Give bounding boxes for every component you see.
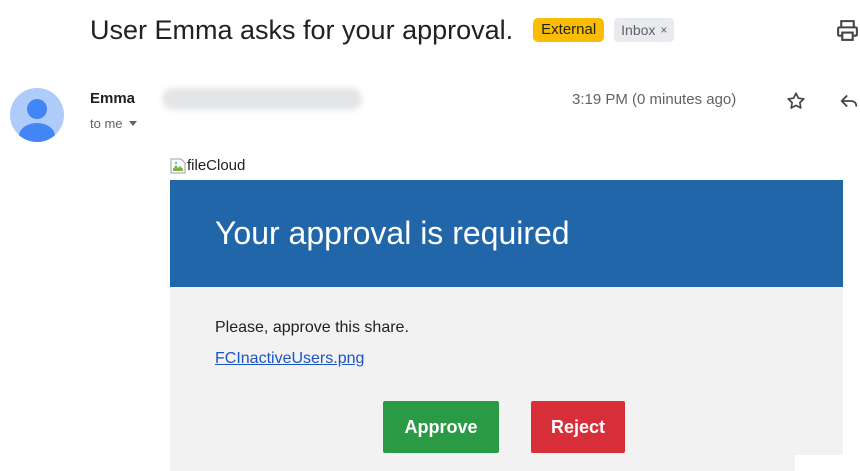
sender-email-redacted — [162, 88, 362, 110]
email-timestamp: 3:19 PM (0 minutes ago) — [572, 91, 737, 108]
recipient-text: to me — [90, 116, 123, 131]
approval-banner: Your approval is required — [170, 180, 843, 287]
inbox-label-text: Inbox — [621, 22, 656, 38]
reply-icon[interactable] — [838, 90, 860, 112]
email-subject: User Emma asks for your approval. — [90, 14, 514, 45]
inbox-label-badge[interactable]: Inbox × — [614, 18, 675, 42]
print-icon[interactable] — [835, 18, 860, 43]
star-icon[interactable] — [785, 90, 807, 112]
chevron-down-icon — [128, 121, 137, 126]
approve-button[interactable]: Approve — [383, 401, 499, 453]
banner-title: Your approval is required — [215, 215, 570, 251]
approval-card: Your approval is required Please, approv… — [170, 180, 843, 471]
sender-name[interactable]: Emma — [90, 90, 135, 107]
reject-button[interactable]: Reject — [531, 401, 625, 453]
logo-alt-text: fileCloud — [187, 157, 246, 174]
shared-file-link[interactable]: FCInactiveUsers.png — [215, 350, 364, 368]
broken-image-icon — [170, 158, 186, 173]
external-label-badge: External — [533, 18, 605, 42]
avatar-person-icon — [19, 99, 55, 142]
subject-row: User Emma asks for your approval. Extern… — [90, 10, 675, 50]
card-corner-patch — [795, 455, 843, 471]
filecloud-logo: fileCloud — [170, 157, 245, 174]
avatar[interactable] — [10, 88, 64, 142]
remove-label-button[interactable]: × — [660, 21, 667, 39]
recipient-details-toggle[interactable]: to me — [90, 116, 137, 131]
approval-request-text: Please, approve this share. — [215, 319, 409, 336]
